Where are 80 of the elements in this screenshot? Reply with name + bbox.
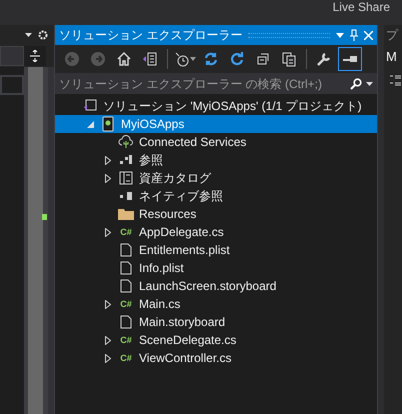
tree-item[interactable]: Resources <box>55 205 377 223</box>
phone-icon <box>102 116 114 132</box>
tree-item[interactable]: MyiOSApps <box>55 115 377 133</box>
settings-icon[interactable] <box>38 30 48 40</box>
item-label: Resources <box>139 206 196 223</box>
solution-icon <box>83 99 97 113</box>
caret-icon <box>190 57 196 61</box>
item-label: ネイティブ参照 <box>139 188 223 205</box>
expanded-arrow-icon[interactable] <box>86 120 94 128</box>
scrollbar[interactable] <box>24 67 48 414</box>
item-label: 参照 <box>139 152 163 169</box>
panel-title: ソリューション エクスプローラー <box>59 27 242 44</box>
item-label: AppDelegate.cs <box>139 224 224 241</box>
tree-item[interactable]: 参照 <box>55 151 377 169</box>
object-field[interactable]: M <box>384 45 402 69</box>
preview-button[interactable] <box>338 47 362 71</box>
caret-icon[interactable] <box>366 82 373 86</box>
split-icon <box>30 50 40 62</box>
item-label: Main.storyboard <box>139 314 226 331</box>
collapsed-arrow-icon[interactable] <box>105 228 111 236</box>
item-label: SceneDelegate.cs <box>139 332 236 349</box>
wrench-icon <box>316 51 332 67</box>
live-share-button[interactable]: Live Share <box>332 1 390 13</box>
folder-icon <box>118 208 134 220</box>
search-icon[interactable] <box>350 78 362 90</box>
input-field[interactable] <box>0 75 24 95</box>
file-icon <box>120 315 132 329</box>
csharp-file-icon: C# <box>120 354 132 362</box>
sync-icon <box>203 51 219 67</box>
collapsed-arrow-icon[interactable] <box>105 300 111 308</box>
close-icon[interactable] <box>364 30 373 40</box>
tree-item[interactable]: ネイティブ参照 <box>55 187 377 205</box>
home-icon <box>116 51 132 67</box>
item-label: Info.plist <box>139 260 184 277</box>
tree-item[interactable]: Entitlements.plist <box>55 241 377 259</box>
tree-item[interactable]: Info.plist <box>55 259 377 277</box>
refresh-icon <box>229 51 245 67</box>
tree-item[interactable]: C# SceneDelegate.cs <box>55 331 377 349</box>
references-icon <box>119 154 133 166</box>
back-icon <box>64 51 80 67</box>
item-label: Main.cs <box>139 296 180 313</box>
collapse-icon <box>255 51 271 67</box>
csharp-file-icon: C# <box>120 228 132 236</box>
dropdown-field[interactable] <box>0 46 24 66</box>
item-label: LaunchScreen.storyboard <box>139 278 276 295</box>
tree-item[interactable]: C# AppDelegate.cs <box>55 223 377 241</box>
native-reference-icon <box>119 191 133 201</box>
tree-item[interactable]: LaunchScreen.storyboard <box>55 277 377 295</box>
forward-icon <box>90 51 106 67</box>
search-field[interactable]: ソリューション エクスプローラー の検索 (Ctrl+;) <box>55 73 377 94</box>
categorized-icon[interactable] <box>390 75 401 86</box>
item-label: Entitlements.plist <box>139 242 230 259</box>
file-icon <box>120 261 132 275</box>
document-icon <box>142 51 158 67</box>
panel-title: プ <box>385 27 400 44</box>
pin-icon[interactable] <box>350 29 358 41</box>
item-label: ソリューション 'MyiOSApps' (1/1 プロジェクト) <box>103 98 362 115</box>
tree-item[interactable]: 資産カタログ <box>55 169 377 187</box>
item-label: 資産カタログ <box>139 170 211 187</box>
caret-icon[interactable] <box>25 33 32 37</box>
copy-icon <box>281 51 297 67</box>
csharp-file-icon: C# <box>120 300 132 308</box>
tree-item[interactable]: Connected Services <box>55 133 377 151</box>
scrollbar-thumb[interactable] <box>28 67 43 414</box>
preview-icon <box>343 56 357 62</box>
item-label: Connected Services <box>139 134 246 151</box>
file-icon <box>120 243 132 257</box>
item-label: MyiOSApps <box>121 116 184 133</box>
clock-icon <box>174 51 190 67</box>
item-label: ViewController.cs <box>139 350 232 367</box>
tree-item[interactable]: C# ViewController.cs <box>55 349 377 367</box>
change-marker <box>42 214 47 220</box>
tree-item[interactable]: Main.storyboard <box>55 313 377 331</box>
csharp-file-icon: C# <box>120 336 132 344</box>
cloud-icon <box>118 135 134 149</box>
split-button[interactable] <box>24 46 46 66</box>
file-icon <box>120 279 132 293</box>
tree-item[interactable]: ソリューション 'MyiOSApps' (1/1 プロジェクト) <box>55 97 377 115</box>
catalog-icon <box>119 171 133 185</box>
tree-item[interactable]: C# Main.cs <box>55 295 377 313</box>
